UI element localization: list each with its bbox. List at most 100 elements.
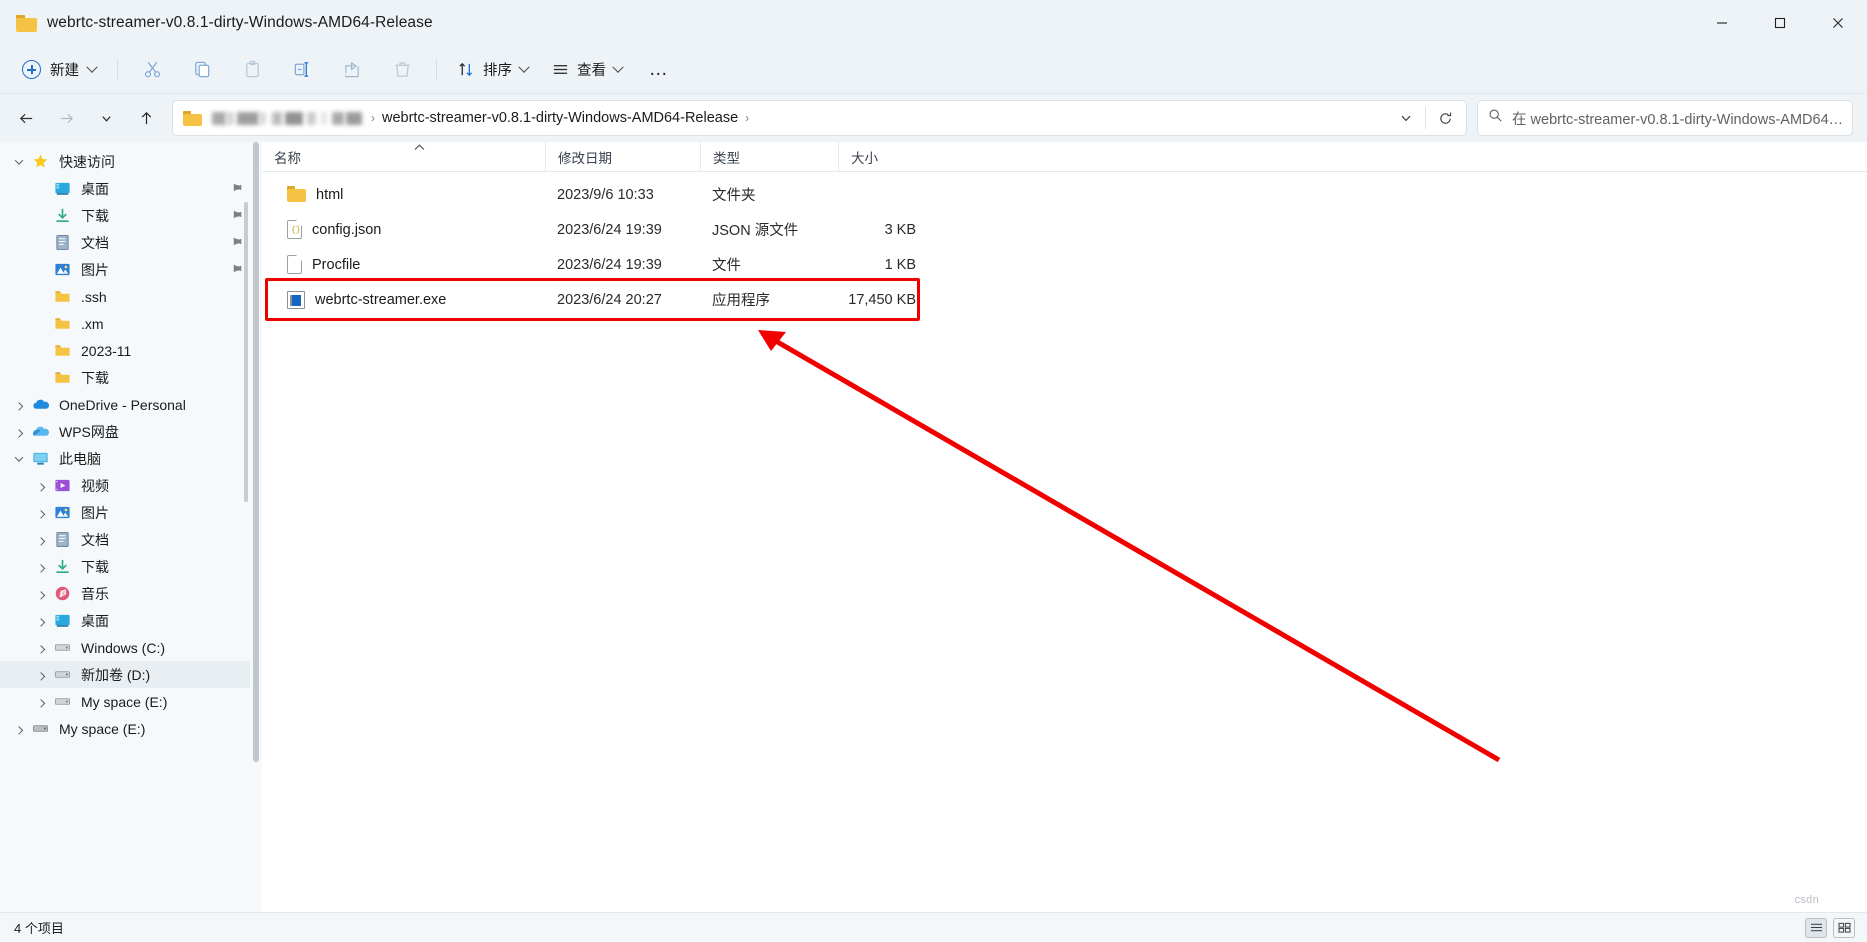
cut-button[interactable]	[127, 53, 177, 87]
table-row[interactable]: Procfile 2023/6/24 19:39 文件 1 KB	[262, 247, 1867, 282]
share-button[interactable]	[327, 53, 377, 87]
breadcrumb-redacted-path[interactable]	[208, 108, 362, 128]
chevron-right-icon[interactable]	[30, 563, 52, 573]
sidebar-item-my-space-e[interactable]: My space (E:)	[0, 715, 250, 742]
file-type: 文件夹	[712, 188, 756, 204]
sidebar-item-d[interactable]: 新加卷 (D:)	[0, 661, 250, 688]
sidebar-item-[interactable]: 文档	[0, 526, 250, 553]
sort-button[interactable]: 排序	[446, 53, 540, 87]
chevron-right-icon[interactable]	[30, 482, 52, 492]
pin-icon[interactable]	[226, 206, 245, 225]
sidebar-item-[interactable]: 图片	[0, 499, 250, 526]
status-bar: 4 个项目	[0, 912, 1867, 942]
wps-cloud-icon	[30, 422, 50, 442]
sidebar-item-[interactable]: 文档	[0, 229, 250, 256]
sidebar-item-[interactable]: 图片	[0, 256, 250, 283]
plus-icon	[22, 60, 41, 79]
chevron-right-icon[interactable]	[8, 725, 30, 735]
more-options-button[interactable]: …	[634, 53, 684, 87]
documents-icon	[52, 233, 72, 253]
chevron-right-icon[interactable]	[8, 401, 30, 411]
sidebar-item-label: 下载	[81, 558, 109, 575]
column-header-type[interactable]: 类型	[700, 141, 838, 172]
sidebar-item-windows-c[interactable]: Windows (C:)	[0, 634, 250, 661]
rename-button[interactable]	[277, 53, 327, 87]
address-bar-row: › webrtc-streamer-v0.8.1-dirty-Windows-A…	[0, 94, 1867, 142]
sidebar-item-onedrive-personal[interactable]: OneDrive - Personal	[0, 391, 250, 418]
file-date: 2023/6/24 19:39	[557, 221, 662, 238]
column-header-size[interactable]: 大小	[838, 141, 930, 172]
recent-locations-button[interactable]	[86, 100, 126, 136]
sidebar-item-[interactable]: 下载	[0, 364, 250, 391]
chevron-right-icon[interactable]	[30, 509, 52, 519]
sidebar-item-label: 此电脑	[59, 450, 101, 467]
chevron-down-icon[interactable]	[8, 155, 30, 165]
sidebar-item-2023-11[interactable]: 2023-11	[0, 337, 250, 364]
minimize-button[interactable]	[1693, 0, 1751, 46]
chevron-right-icon[interactable]	[30, 671, 52, 681]
new-button[interactable]: 新建	[14, 53, 108, 87]
sidebar-item-[interactable]: 音乐	[0, 580, 250, 607]
copy-button[interactable]	[177, 53, 227, 87]
sidebar-item-label: WPS网盘	[59, 423, 119, 440]
chevron-right-icon[interactable]	[30, 590, 52, 600]
chevron-right-icon[interactable]	[30, 644, 52, 654]
sidebar-item-[interactable]: 快速访问	[0, 148, 250, 175]
chevron-right-icon[interactable]	[30, 536, 52, 546]
maximize-button[interactable]	[1751, 0, 1809, 46]
forward-button[interactable]	[46, 100, 86, 136]
this-pc-icon	[30, 449, 50, 469]
videos-icon	[52, 476, 72, 496]
chevron-right-icon[interactable]	[30, 698, 52, 708]
sidebar-item-[interactable]: 此电脑	[0, 445, 250, 472]
sidebar-item-xm[interactable]: .xm	[0, 310, 250, 337]
column-header-name[interactable]: 名称	[262, 142, 545, 172]
refresh-icon[interactable]	[1428, 101, 1462, 135]
sidebar-item-[interactable]: 下载	[0, 202, 250, 229]
pin-icon[interactable]	[226, 260, 245, 279]
close-button[interactable]	[1809, 0, 1867, 46]
sidebar-item-ssh[interactable]: .ssh	[0, 283, 250, 310]
address-bar[interactable]: › webrtc-streamer-v0.8.1-dirty-Windows-A…	[172, 100, 1467, 136]
up-button[interactable]	[126, 100, 166, 136]
window-title: webrtc-streamer-v0.8.1-dirty-Windows-AMD…	[47, 14, 433, 31]
column-headers: 名称 修改日期 类型 大小	[262, 141, 1867, 172]
address-history-dropdown-icon[interactable]	[1389, 101, 1423, 135]
search-box[interactable]: 在 webrtc-streamer-v0.8.1-dirty-Windows-A…	[1477, 100, 1853, 136]
onedrive-icon	[30, 395, 50, 415]
breadcrumb-separator-end[interactable]: ›	[738, 111, 756, 125]
sidebar-scrollbar-thumb[interactable]	[244, 202, 248, 502]
file-list-scrollbar-thumb[interactable]	[253, 142, 259, 762]
sidebar-item-my-space-e[interactable]: My space (E:)	[0, 688, 250, 715]
sidebar-item-[interactable]: 桌面	[0, 175, 250, 202]
chevron-right-icon[interactable]	[30, 617, 52, 627]
large-icons-view-toggle[interactable]	[1833, 917, 1855, 938]
star-icon	[30, 152, 50, 172]
sort-ascending-icon	[414, 143, 425, 154]
table-row[interactable]: webrtc-streamer.exe 2023/6/24 20:27 应用程序 17…	[262, 282, 1867, 317]
cell-size	[838, 177, 930, 212]
sidebar-item-[interactable]: 下载	[0, 553, 250, 580]
file-list-scrollbar[interactable]	[250, 142, 262, 912]
details-view-toggle[interactable]	[1805, 917, 1827, 938]
table-row[interactable]: {} config.json 2023/6/24 19:39 JSON 源文件 3 KB	[262, 212, 1867, 247]
sidebar-item-label: 桌面	[81, 180, 109, 197]
sidebar-item-[interactable]: 视频	[0, 472, 250, 499]
delete-button[interactable]	[377, 53, 427, 87]
pin-icon[interactable]	[226, 233, 245, 252]
column-header-date[interactable]: 修改日期	[545, 141, 700, 172]
chevron-right-icon[interactable]	[8, 428, 30, 438]
view-button-label: 查看	[577, 63, 606, 79]
search-input[interactable]: 在 webrtc-streamer-v0.8.1-dirty-Windows-A…	[1512, 108, 1842, 129]
table-row[interactable]: html 2023/9/6 10:33 文件夹	[262, 177, 1867, 212]
pin-icon[interactable]	[226, 179, 245, 198]
paste-button[interactable]	[227, 53, 277, 87]
breadcrumb-current-folder[interactable]: webrtc-streamer-v0.8.1-dirty-Windows-AMD…	[382, 110, 738, 126]
chevron-down-icon[interactable]	[8, 452, 30, 462]
sidebar-item-[interactable]: 桌面	[0, 607, 250, 634]
address-divider	[1425, 107, 1426, 129]
view-button[interactable]: 查看	[540, 53, 634, 87]
toolbar-divider-2	[436, 58, 437, 81]
back-button[interactable]	[6, 100, 46, 136]
sidebar-item-wps[interactable]: WPS网盘	[0, 418, 250, 445]
